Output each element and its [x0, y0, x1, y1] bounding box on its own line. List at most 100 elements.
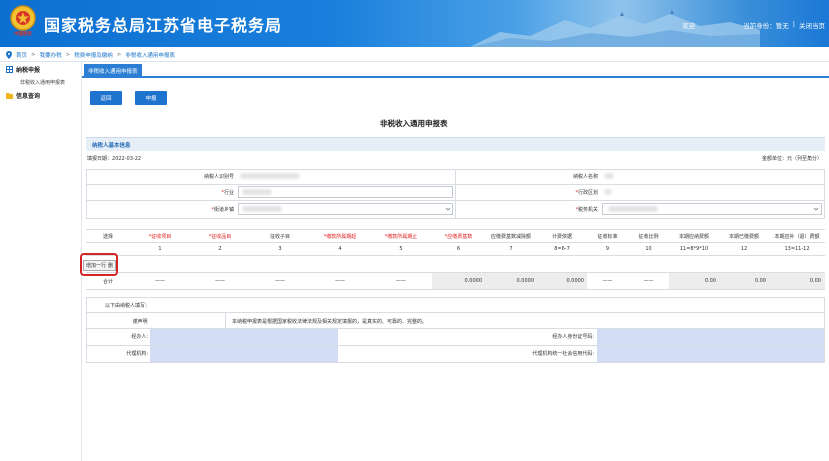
grid-line	[86, 297, 87, 362]
table-number-cell: 8=6-7	[554, 246, 570, 252]
admin-region-value	[604, 189, 612, 195]
total-dash: ——	[155, 278, 165, 284]
agency-input[interactable]	[150, 346, 338, 362]
table-header-cell: *征收项目	[148, 234, 172, 240]
grid-line	[824, 169, 825, 218]
table-header-cell: *缴款所属期起	[323, 234, 357, 240]
table-header-cell: 征收子目	[269, 234, 290, 240]
sidebar-group-declaration[interactable]: 纳税申报	[0, 62, 81, 77]
crumb-current[interactable]: 非税收入通用申报表	[125, 51, 175, 59]
highlight-box	[80, 253, 118, 276]
table-number-cell: 9	[605, 246, 610, 252]
table-header-cell: 计费依据	[551, 234, 572, 240]
handler-input[interactable]	[150, 329, 338, 345]
total-deduct: 0.0000	[516, 278, 535, 284]
total-due: 0.00	[704, 278, 716, 284]
close-page-link[interactable]: 关闭当页	[799, 20, 825, 30]
form-title: 非税收入通用申报表	[380, 119, 448, 128]
sidebar-group-query[interactable]: 信息查询	[0, 88, 81, 103]
total-refund: 0.00	[809, 278, 821, 284]
table-header-cell: *应缴费基数	[444, 234, 473, 240]
taxpayer-name-label: 纳税人名称	[572, 174, 598, 180]
grid-line	[455, 169, 456, 218]
tax-office-label-text: 税务机关	[577, 207, 598, 213]
industry-value	[242, 189, 272, 195]
taxpayer-id-label: 纳税人识别号	[203, 174, 234, 180]
amount-unit: 金额单位：元（列至角分）	[761, 156, 822, 162]
table-header-cell: 应缴费基数减除额	[490, 234, 531, 240]
handler-id-label: 经办人身份证号码:	[552, 334, 594, 340]
location-pin-icon	[6, 50, 12, 59]
back-button[interactable]: 返回	[90, 91, 122, 105]
fill-date-value: 2022-03-22	[112, 156, 142, 162]
site-title: 国家税务总局江苏省电子税务局	[44, 16, 283, 35]
crumb-tax-handling[interactable]: 我要办税	[40, 51, 62, 59]
fill-date: 填报日期：2022-03-22	[87, 155, 141, 162]
sidebar-group-label: 信息查询	[16, 93, 41, 100]
table-number-cell: 1	[158, 246, 162, 252]
industry-label-text: 行业	[223, 190, 234, 196]
tax-office-label: *税务机关	[530, 206, 598, 213]
total-dash: ——	[215, 278, 225, 284]
agency-code-input[interactable]	[597, 346, 824, 362]
divider: |	[792, 20, 795, 28]
grid-line	[86, 362, 825, 363]
grid-line	[86, 297, 825, 298]
crumb-sep: >	[31, 51, 36, 58]
chevron-down-icon[interactable]	[445, 206, 451, 212]
current-identity[interactable]: 当前身份：暂无	[743, 20, 789, 30]
street-label-text: 街道乡镇	[213, 207, 234, 213]
chevron-down-icon[interactable]	[813, 206, 819, 212]
statement-text: 本纳税申报表是根据国家税收法律法规及相关规定填报的，是真实的、可靠的、完整的。	[232, 319, 428, 325]
grid-line	[86, 242, 825, 243]
fill-date-label: 填报日期：	[87, 156, 113, 162]
tab-nontax-form[interactable]: 非税收入通用申报表	[84, 64, 142, 78]
table-number-cell: 10	[645, 246, 652, 252]
taxpayer-id-value	[240, 173, 300, 179]
grid-line	[824, 297, 825, 362]
street-label: *街道乡镇	[160, 206, 234, 213]
table-header-cell: 本期应补（退）费额	[774, 234, 820, 240]
header-banner: 中国税务 国家税务总局江苏省电子税务局 欢迎 当前身份：暂无 | 关闭当页	[0, 0, 829, 47]
total-base: 0.0000	[464, 278, 483, 284]
handler-label: 经办人:	[131, 334, 148, 340]
total-paid: 0.00	[754, 278, 766, 284]
table-header-cell: 征收比例	[638, 234, 659, 240]
emblem-caption: 中国税务	[14, 32, 32, 37]
table-header-cell: 本期已缴费额	[728, 234, 759, 240]
breadcrumb: 首页 > 我要办税 > 税费申报及缴纳 > 非税收入通用申报表	[0, 48, 829, 62]
grid-line	[86, 218, 825, 219]
section-basic-info: 纳税人基本信息	[86, 137, 825, 151]
folder-icon	[6, 93, 13, 99]
handler-id-input[interactable]	[597, 329, 824, 345]
crumb-sep: >	[116, 51, 122, 58]
sidebar-group-label: 纳税申报	[16, 67, 41, 74]
total-calc: 0.0000	[566, 278, 585, 284]
table-header-cell: 选择	[102, 234, 113, 240]
street-value	[242, 206, 282, 212]
agency-label: 代理机构:	[126, 351, 148, 357]
welcome-text: 欢迎	[682, 22, 696, 30]
table-number-cell: 2	[218, 246, 222, 252]
table-header-cell: 征收标准	[597, 234, 618, 240]
grid-line	[86, 229, 825, 230]
table-number-cell: 12	[740, 246, 748, 252]
grid-line	[225, 312, 226, 328]
taxpayer-name-value	[604, 173, 614, 179]
crumb-home[interactable]: 首页	[16, 51, 27, 59]
table-header-cell: *缴款所属期止	[384, 234, 418, 240]
sidebar: 纳税申报 非税收入通用申报表 信息查询	[0, 62, 82, 461]
grid-line	[86, 169, 87, 218]
declare-button[interactable]: 申报	[135, 91, 167, 105]
crumb-declaration[interactable]: 税费申报及缴纳	[74, 51, 113, 59]
table-header-cell: 本期应纳费额	[678, 234, 709, 240]
sidebar-item-nontax-form[interactable]: 非税收入通用申报表	[0, 77, 81, 88]
table-number-cell: 3	[278, 246, 282, 252]
grid-icon	[6, 66, 13, 73]
tab-bar: 非税收入通用申报表	[82, 62, 829, 78]
grid-line	[86, 255, 825, 256]
admin-region-label-text: 行政区划	[577, 190, 598, 196]
total-label: 合计	[102, 279, 113, 285]
table-number-cell: 13=11-12	[784, 246, 810, 252]
total-dash: ——	[275, 278, 285, 284]
